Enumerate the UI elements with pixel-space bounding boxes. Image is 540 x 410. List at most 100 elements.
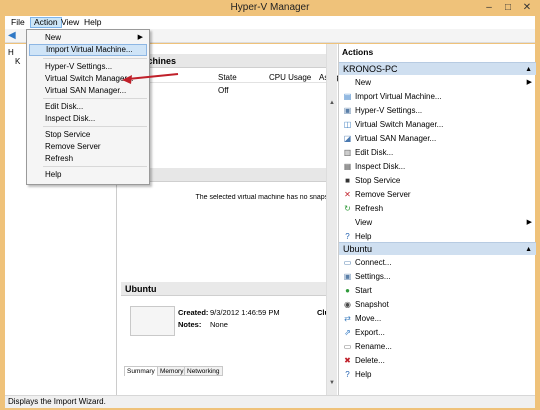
blank-icon <box>343 78 352 87</box>
minimize-button[interactable]: – <box>482 2 496 13</box>
collapse-up-icon[interactable]: ▲ <box>525 63 532 76</box>
action-label: Delete... <box>355 356 385 365</box>
submenu-arrow-icon: ▶ <box>137 34 143 41</box>
action-label: Remove Server <box>355 190 411 199</box>
vm-state-cell: Off <box>218 86 229 95</box>
vm-action-item[interactable]: ◉ Snapshot <box>339 298 536 311</box>
action-label: Virtual SAN Manager... <box>355 134 437 143</box>
scroll-down-icon[interactable]: ▼ <box>327 378 337 388</box>
action-label: Help <box>355 232 372 241</box>
action-label: Import Virtual Machine... <box>355 92 442 101</box>
actions-group-vm[interactable]: Ubuntu ▲ <box>339 242 536 255</box>
server-action-item[interactable]: ◫ Virtual Switch Manager... <box>339 118 536 131</box>
tab-memory[interactable]: Memory <box>157 366 187 376</box>
action-label: Settings... <box>355 272 391 281</box>
action-label: Export... <box>355 328 385 337</box>
vm-action-item[interactable]: ? Help <box>339 368 536 381</box>
action-label: Edit Disk... <box>355 148 394 157</box>
delete-icon: ✖ <box>344 356 351 365</box>
export-icon: ⇗ <box>344 328 351 337</box>
actions-group-server-title: KRONOS-PC <box>343 64 398 74</box>
collapse-up-icon[interactable]: ▲ <box>525 243 532 256</box>
submenu-arrow-icon: ▶ <box>526 219 532 226</box>
menu-separator <box>43 126 147 127</box>
action-label: Virtual Switch Manager... <box>355 120 444 129</box>
vm-action-item[interactable]: ⇄ Move... <box>339 312 536 325</box>
server-action-item[interactable]: ■ Stop Service <box>339 174 536 187</box>
connect-icon: ▭ <box>343 258 352 267</box>
vm-action-item[interactable]: ▣ Settings... <box>339 270 536 283</box>
close-button[interactable]: ✕ <box>520 2 534 13</box>
maximize-button[interactable]: □ <box>501 2 515 13</box>
title-bar: Hyper-V Manager – □ ✕ <box>0 0 540 16</box>
server-action-item[interactable]: ▥ Edit Disk... <box>339 146 536 159</box>
status-bar: Displays the Import Wizard. <box>5 395 535 408</box>
san-icon: ◪ <box>343 134 352 143</box>
menu-help[interactable]: Help <box>81 17 104 28</box>
tab-networking[interactable]: Networking <box>184 366 223 376</box>
menu-view[interactable]: View <box>58 17 82 28</box>
virtual-machines-header: al Machines <box>121 54 337 68</box>
help-icon: ? <box>345 370 350 379</box>
action-menu-item[interactable]: Edit Disk... <box>29 101 147 113</box>
action-menu-item[interactable]: New ▶ <box>29 32 147 44</box>
help-icon: ? <box>345 232 350 241</box>
server-action-item[interactable]: ▦ Inspect Disk... <box>339 160 536 173</box>
notes-label: Notes: <box>178 320 202 329</box>
action-label: Help <box>355 370 372 379</box>
rename-icon: ▭ <box>343 342 352 351</box>
column-state[interactable]: State <box>218 73 237 82</box>
created-value: 9/3/2012 1:46:59 PM <box>210 308 280 317</box>
tree-root-item[interactable]: H <box>8 48 14 57</box>
notes-value: None <box>210 320 228 329</box>
vm-thumbnail <box>130 306 175 336</box>
remove-icon: ✕ <box>344 190 351 199</box>
server-action-item[interactable]: ▣ Hyper-V Settings... <box>339 104 536 117</box>
vm-action-item[interactable]: ● Start <box>339 284 536 297</box>
action-label: Connect... <box>355 258 392 267</box>
back-arrow-icon[interactable]: ◀ <box>8 31 18 41</box>
vm-action-item[interactable]: ⇗ Export... <box>339 326 536 339</box>
table-row[interactable]: ntu Off <box>121 85 337 96</box>
menu-file[interactable]: File <box>8 17 28 28</box>
action-menu-item[interactable]: Virtual Switch Manager... <box>29 73 147 85</box>
server-action-item[interactable]: ▤ Import Virtual Machine... <box>339 90 536 103</box>
action-menu-item[interactable]: Inspect Disk... <box>29 113 147 125</box>
action-dropdown-menu: New ▶ Import Virtual Machine... Hyper-V Set… <box>26 29 150 185</box>
server-action-item[interactable]: ↻ Refresh <box>339 202 536 215</box>
status-text: Displays the Import Wizard. <box>8 397 106 406</box>
refresh-icon: ↻ <box>344 204 351 213</box>
tree-server-item[interactable]: K <box>15 57 20 66</box>
action-label: Snapshot <box>355 300 389 309</box>
actions-group-server[interactable]: KRONOS-PC ▲ <box>339 62 536 75</box>
action-label: Start <box>355 286 372 295</box>
server-action-item[interactable]: ✕ Remove Server <box>339 188 536 201</box>
action-menu-item[interactable]: Remove Server <box>29 141 147 153</box>
action-menu-item[interactable]: Refresh <box>29 153 147 165</box>
action-menu-item[interactable]: Import Virtual Machine... <box>29 44 147 56</box>
action-menu-item[interactable]: Help <box>29 169 147 181</box>
action-label: New <box>355 78 372 87</box>
stop-icon: ■ <box>345 176 350 185</box>
column-cpu-usage[interactable]: CPU Usage <box>269 73 311 82</box>
action-menu-item[interactable]: Stop Service <box>29 129 147 141</box>
action-menu-item[interactable]: Virtual SAN Manager... <box>29 85 147 97</box>
menu-action[interactable]: Action <box>30 17 62 28</box>
action-label: Stop Service <box>355 176 401 185</box>
actions-header: Actions <box>342 47 374 57</box>
menu-separator <box>43 98 147 99</box>
vm-action-item[interactable]: ▭ Rename... <box>339 340 536 353</box>
server-action-item[interactable]: New ▶ <box>339 76 536 89</box>
action-label: Move... <box>355 314 382 323</box>
vm-action-item[interactable]: ✖ Delete... <box>339 354 536 367</box>
tab-summary[interactable]: Summary <box>124 366 158 376</box>
vm-action-item[interactable]: ▭ Connect... <box>339 256 536 269</box>
actions-pane: Actions KRONOS-PC ▲ Ubuntu ▲ New ▶ ▤ Import… <box>338 44 536 395</box>
action-menu-item[interactable]: Hyper-V Settings... <box>29 61 147 73</box>
action-label: Inspect Disk... <box>355 162 406 171</box>
server-action-item[interactable]: View ▶ <box>339 216 536 229</box>
scroll-up-icon[interactable]: ▲ <box>327 98 337 108</box>
server-action-item[interactable]: ? Help <box>339 230 536 243</box>
server-action-item[interactable]: ◪ Virtual SAN Manager... <box>339 132 536 145</box>
vertical-scrollbar[interactable]: ▲ ▼ <box>326 44 337 395</box>
